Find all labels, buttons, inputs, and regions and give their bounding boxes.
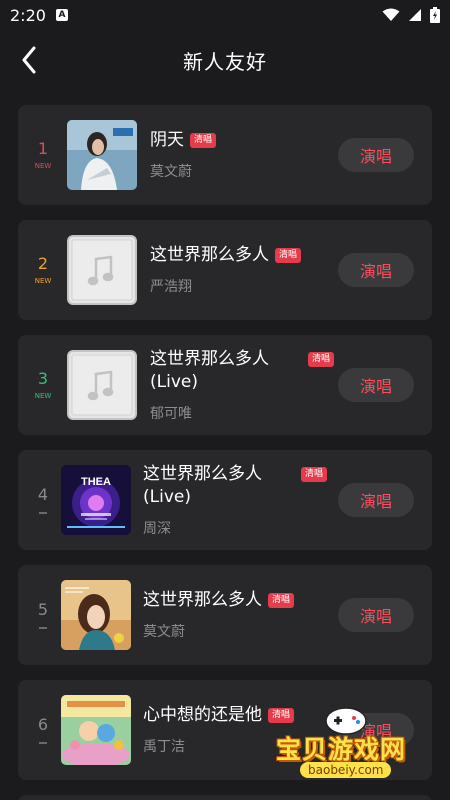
album-cover bbox=[67, 120, 137, 190]
sing-button[interactable]: 演唱 bbox=[338, 368, 414, 402]
song-title-line2: (Live) bbox=[143, 486, 191, 507]
album-cover: THEA bbox=[61, 465, 131, 535]
song-item[interactable]: 3 NEW 这世界那么多人 (Live) 清唱 郁可唯 演唱 bbox=[18, 335, 432, 435]
rank-number: 6 bbox=[37, 715, 49, 734]
sing-button[interactable]: 演唱 bbox=[338, 253, 414, 287]
back-button[interactable] bbox=[14, 44, 44, 76]
artist-name: 禹丁洁 bbox=[143, 739, 185, 755]
rank-number: 4 bbox=[37, 485, 49, 504]
rank-unchanged-dash bbox=[39, 742, 47, 744]
artist-name: 严浩翔 bbox=[150, 279, 192, 295]
song-item[interactable]: 4 THEA 这世界那么多人 (Live) 清唱 周深 演唱 bbox=[18, 450, 432, 550]
page-header: 新人友好 bbox=[0, 36, 450, 84]
acapella-tag: 清唱 bbox=[308, 351, 335, 367]
rank-new-label: NEW bbox=[34, 161, 52, 170]
acapella-tag: 清唱 bbox=[268, 593, 295, 608]
rank-indicator: 4 bbox=[30, 450, 56, 550]
song-title-line2: (Live) bbox=[150, 371, 198, 392]
song-title: 这世界那么多人 (Live) bbox=[143, 463, 295, 509]
acapella-tag: 清唱 bbox=[275, 248, 302, 263]
rank-indicator: 2 NEW bbox=[30, 220, 56, 320]
wifi-icon bbox=[382, 8, 400, 21]
notification-icon: A bbox=[55, 9, 68, 21]
cover-text: THEA bbox=[81, 476, 111, 488]
song-item-partial bbox=[18, 795, 432, 800]
rank-indicator: 5 bbox=[30, 565, 56, 665]
artist-name: 周深 bbox=[143, 520, 171, 537]
watermark: 宝贝游戏网 baobeiy.com bbox=[276, 705, 446, 785]
rank-number: 3 bbox=[37, 368, 49, 388]
song-item[interactable]: 1 NEW 阴天 清唱 莫文蔚 演唱 bbox=[18, 105, 432, 205]
song-title: 这世界那么多人 (Live) bbox=[150, 348, 302, 394]
song-title-line1: 这世界那么多人 bbox=[150, 348, 269, 369]
song-info: 这世界那么多人 (Live) 清唱 周深 bbox=[143, 450, 328, 550]
album-cover-placeholder bbox=[67, 235, 137, 305]
artist-name: 莫文蔚 bbox=[143, 624, 185, 640]
song-title: 心中想的还是他 bbox=[143, 705, 262, 725]
acapella-tag: 清唱 bbox=[301, 466, 328, 482]
status-icons bbox=[382, 7, 440, 23]
artist-name: 郁可唯 bbox=[150, 405, 192, 422]
page-title: 新人友好 bbox=[183, 49, 267, 74]
signal-icon bbox=[409, 9, 421, 21]
rank-unchanged-dash bbox=[39, 512, 47, 514]
rank-number: 5 bbox=[37, 600, 49, 619]
chevron-left-icon bbox=[22, 46, 36, 74]
rank-indicator: 1 NEW bbox=[30, 105, 56, 205]
song-info: 阴天 清唱 莫文蔚 bbox=[150, 105, 217, 205]
rank-number: 2 bbox=[37, 253, 49, 273]
artist-name: 莫文蔚 bbox=[150, 164, 192, 180]
status-bar: 2:20 A bbox=[0, 0, 450, 30]
song-info: 这世界那么多人 (Live) 清唱 郁可唯 bbox=[150, 335, 335, 435]
song-item[interactable]: 5 这世界那么多人 清唱 莫文蔚 演唱 bbox=[18, 565, 432, 665]
rank-indicator: 3 NEW bbox=[30, 335, 56, 435]
song-title: 阴天 bbox=[150, 130, 184, 150]
watermark-text: 宝贝游戏网 bbox=[276, 735, 407, 764]
sing-button[interactable]: 演唱 bbox=[338, 138, 414, 172]
rank-unchanged-dash bbox=[39, 627, 47, 629]
acapella-tag: 清唱 bbox=[190, 133, 217, 148]
song-title-line1: 这世界那么多人 bbox=[143, 463, 262, 484]
rank-new-label: NEW bbox=[34, 391, 52, 400]
album-cover bbox=[61, 695, 131, 765]
watermark-url: baobeiy.com bbox=[300, 762, 392, 778]
rank-indicator: 6 bbox=[30, 680, 56, 780]
song-item[interactable]: 2 NEW 这世界那么多人 清唱 严浩翔 演唱 bbox=[18, 220, 432, 320]
song-info: 这世界那么多人 清唱 莫文蔚 bbox=[143, 565, 295, 665]
song-info: 这世界那么多人 清唱 严浩翔 bbox=[150, 220, 302, 320]
album-cover-placeholder bbox=[67, 350, 137, 420]
rank-new-label: NEW bbox=[34, 276, 52, 285]
album-cover bbox=[61, 580, 131, 650]
rank-number: 1 bbox=[37, 138, 49, 158]
song-title: 这世界那么多人 bbox=[143, 590, 262, 610]
sing-button[interactable]: 演唱 bbox=[338, 598, 414, 632]
song-info: 心中想的还是他 清唱 禹丁洁 bbox=[143, 680, 295, 780]
battery-icon bbox=[430, 7, 440, 23]
song-title: 这世界那么多人 bbox=[150, 245, 269, 265]
status-time: 2:20 bbox=[10, 5, 46, 25]
sing-button[interactable]: 演唱 bbox=[338, 483, 414, 517]
